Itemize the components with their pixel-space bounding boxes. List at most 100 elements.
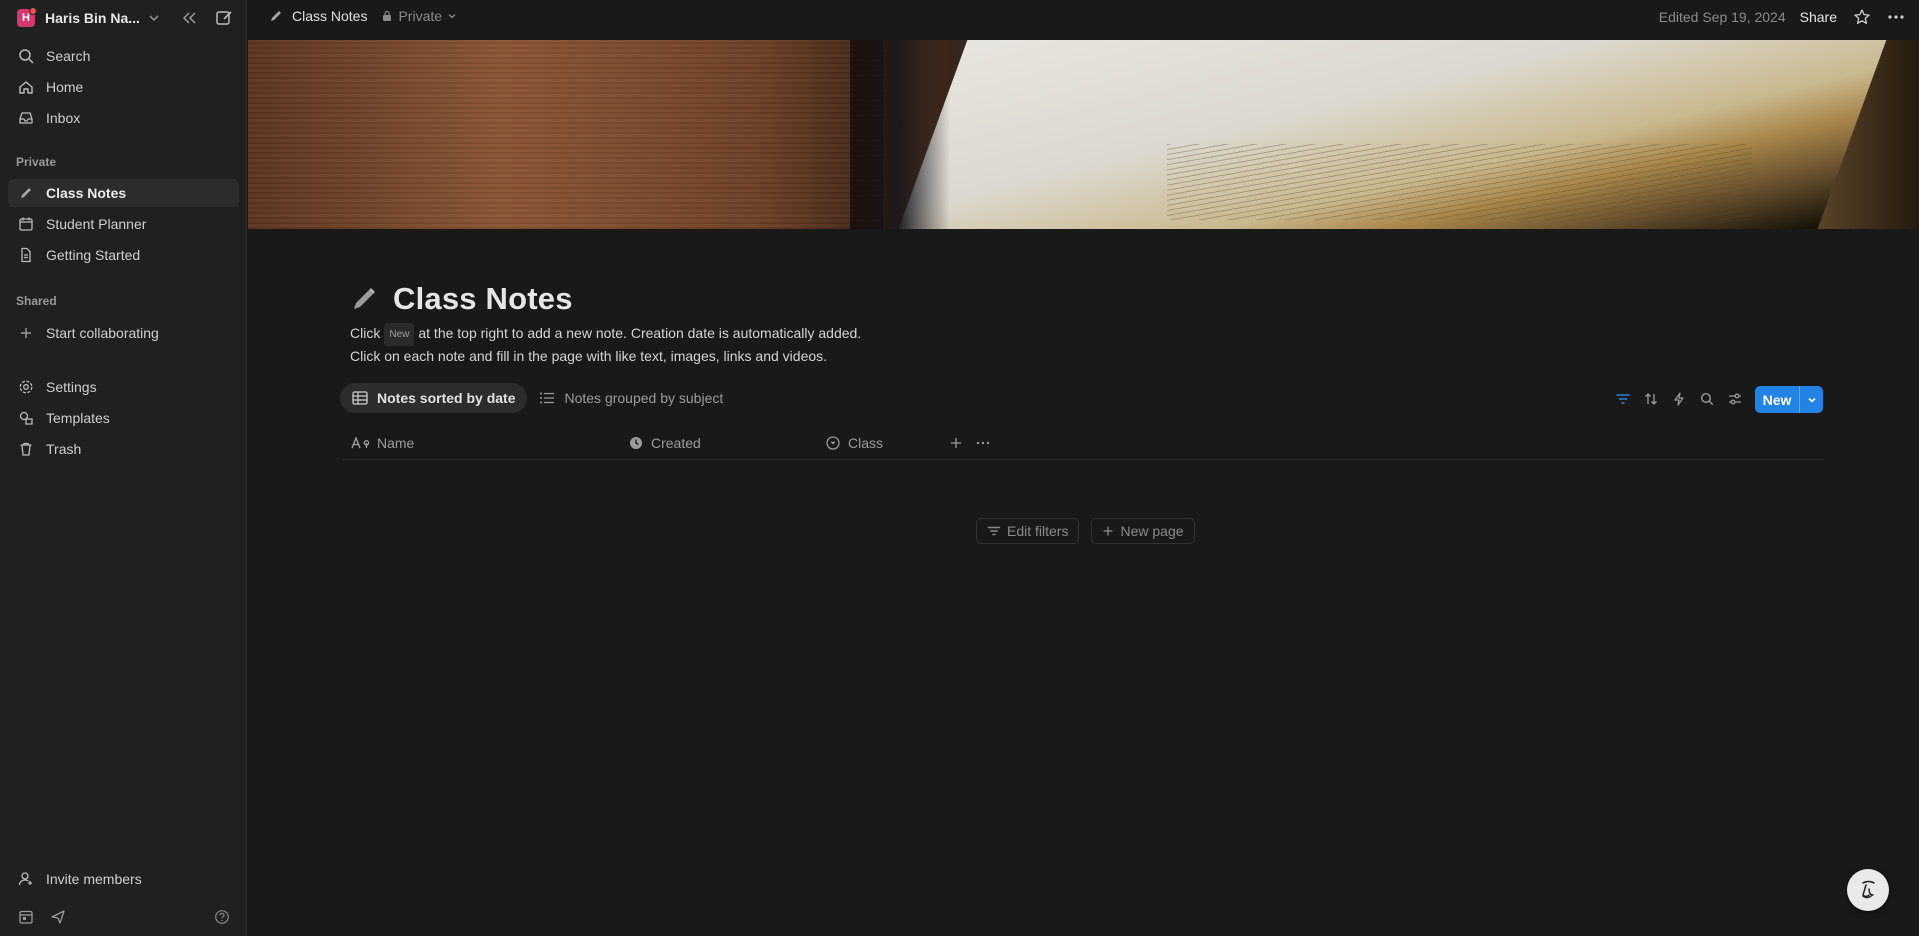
invite-members-button[interactable]: Invite members bbox=[8, 865, 239, 893]
share-button[interactable]: Share bbox=[1800, 9, 1837, 25]
page-pencil-icon[interactable] bbox=[349, 284, 379, 314]
sidebar-item-start-collaborating[interactable]: Start collaborating bbox=[8, 319, 239, 347]
filter-icon[interactable] bbox=[1612, 387, 1634, 411]
send-icon[interactable] bbox=[48, 907, 68, 927]
star-icon[interactable] bbox=[1853, 8, 1871, 26]
tab-notes-grouped-by-subject[interactable]: Notes grouped by subject bbox=[527, 383, 735, 413]
column-header-created[interactable]: Created bbox=[629, 429, 701, 457]
sidebar-item-label: Templates bbox=[46, 410, 110, 426]
edited-timestamp: Edited Sep 19, 2024 bbox=[1658, 9, 1786, 25]
search-icon[interactable] bbox=[1696, 387, 1718, 411]
section-label-private: Private bbox=[16, 155, 57, 169]
chevron-down-icon bbox=[447, 11, 457, 21]
trash-icon bbox=[18, 441, 40, 457]
more-options-icon[interactable] bbox=[1887, 14, 1905, 20]
page-header: Class Notes bbox=[349, 281, 573, 317]
column-header-class[interactable]: Class bbox=[826, 429, 883, 457]
table-icon bbox=[352, 391, 368, 405]
chevron-down-icon[interactable] bbox=[1800, 395, 1823, 405]
sidebar-item-label: Class Notes bbox=[46, 185, 127, 201]
calendar-icon bbox=[18, 216, 40, 232]
privacy-label: Private bbox=[398, 8, 443, 24]
button-label: New page bbox=[1120, 523, 1184, 539]
inbox-icon bbox=[18, 110, 40, 126]
description-line-1: Click New at the top right to add a new no… bbox=[350, 323, 861, 346]
cover-book-spine bbox=[849, 40, 950, 229]
breadcrumb-page[interactable]: Class Notes bbox=[292, 8, 367, 24]
notification-dot bbox=[29, 7, 37, 15]
tab-label: Notes grouped by subject bbox=[564, 390, 724, 406]
clock-icon bbox=[629, 436, 643, 450]
sidebar-item-class-notes[interactable]: Class Notes bbox=[8, 179, 239, 207]
description-text: at the top right to add a new note. Crea… bbox=[418, 325, 862, 341]
gear-icon bbox=[18, 379, 40, 395]
page-title[interactable]: Class Notes bbox=[393, 281, 573, 317]
sidebar-item-templates[interactable]: Templates bbox=[8, 404, 239, 432]
sidebar-item-label: Getting Started bbox=[46, 247, 141, 263]
home-icon bbox=[18, 79, 40, 95]
settings-sliders-icon[interactable] bbox=[1724, 387, 1746, 411]
filter-icon bbox=[987, 525, 1001, 537]
sidebar-item-label: Settings bbox=[46, 379, 97, 395]
search-icon bbox=[18, 48, 40, 64]
help-icon[interactable] bbox=[212, 907, 232, 927]
sidebar-item-settings[interactable]: Settings bbox=[8, 373, 239, 401]
sidebar-item-label: Trash bbox=[46, 441, 82, 457]
calendar-app-icon[interactable] bbox=[16, 907, 36, 927]
cover-wood-texture bbox=[248, 40, 883, 229]
add-user-icon bbox=[18, 871, 40, 887]
description-line-2: Click on each note and fill in the page … bbox=[350, 348, 828, 364]
new-page-icon[interactable] bbox=[213, 8, 235, 28]
empty-state-actions: Edit filters New page bbox=[976, 518, 1195, 544]
sidebar-item-student-planner[interactable]: Student Planner bbox=[8, 210, 239, 238]
sidebar-item-search[interactable]: Search bbox=[8, 42, 239, 70]
workspace-name: Haris Bin Na... bbox=[45, 10, 140, 26]
collapse-sidebar-icon[interactable] bbox=[178, 8, 200, 28]
plus-icon bbox=[18, 325, 40, 341]
column-label: Created bbox=[651, 435, 701, 451]
new-page-button[interactable]: New page bbox=[1091, 518, 1195, 544]
sidebar-item-home[interactable]: Home bbox=[8, 73, 239, 101]
topbar-actions: Edited Sep 19, 2024 Share bbox=[1659, 8, 1905, 26]
select-icon bbox=[826, 436, 840, 450]
new-entry-button[interactable]: New bbox=[1755, 386, 1823, 413]
column-header-name[interactable]: Name bbox=[351, 429, 414, 457]
document-icon bbox=[18, 247, 40, 263]
sidebar-item-label: Search bbox=[46, 48, 91, 64]
sidebar-item-trash[interactable]: Trash bbox=[8, 435, 239, 463]
ai-face-icon bbox=[1855, 877, 1881, 903]
section-label-shared: Shared bbox=[16, 294, 57, 308]
sort-icon[interactable] bbox=[1640, 387, 1662, 411]
sidebar-item-inbox[interactable]: Inbox bbox=[8, 104, 239, 132]
chevron-down-icon bbox=[148, 12, 160, 24]
sidebar-item-label: Student Planner bbox=[46, 216, 147, 232]
edit-filters-button[interactable]: Edit filters bbox=[976, 518, 1080, 544]
breadcrumb: Class Notes Private bbox=[268, 8, 457, 24]
pencil-icon bbox=[268, 8, 284, 24]
list-icon bbox=[539, 391, 555, 405]
workspace-initial: H bbox=[22, 12, 30, 24]
sidebar-item-label: Home bbox=[46, 79, 84, 95]
sidebar-item-label: Inbox bbox=[46, 110, 81, 126]
button-label: Edit filters bbox=[1007, 523, 1069, 539]
privacy-selector[interactable]: Private bbox=[381, 8, 457, 24]
sidebar-item-label: Invite members bbox=[46, 871, 142, 887]
column-label: Name bbox=[377, 435, 415, 451]
ai-assistant-button[interactable] bbox=[1847, 869, 1889, 911]
add-property-icon[interactable] bbox=[949, 429, 963, 457]
database-view-tabs: Notes sorted by date Notes grouped by su… bbox=[340, 383, 735, 413]
new-keyword-badge: New bbox=[384, 323, 415, 346]
workspace-avatar: H bbox=[17, 7, 37, 27]
new-button-label: New bbox=[1762, 391, 1792, 408]
pencil-icon bbox=[18, 185, 40, 201]
sidebar-item-label: Start collaborating bbox=[46, 325, 159, 341]
more-options-icon[interactable] bbox=[976, 429, 990, 457]
cover-image[interactable] bbox=[248, 40, 1919, 229]
cover-page-edges bbox=[1167, 143, 1752, 220]
sidebar-item-getting-started[interactable]: Getting Started bbox=[8, 241, 239, 269]
workspace-switcher[interactable]: H Haris Bin Na... bbox=[17, 7, 160, 28]
description-text: Click bbox=[350, 325, 381, 341]
tab-notes-sorted-by-date[interactable]: Notes sorted by date bbox=[340, 383, 528, 413]
automation-lightning-icon[interactable] bbox=[1668, 387, 1690, 411]
tab-label: Notes sorted by date bbox=[377, 390, 516, 406]
